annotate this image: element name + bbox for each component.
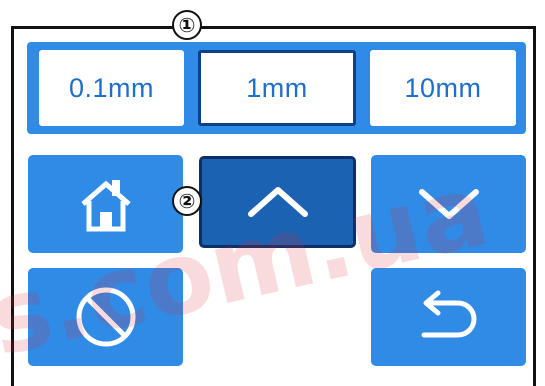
step-10mm-button[interactable]: 10mm (370, 50, 516, 126)
home-button[interactable] (28, 155, 183, 253)
step-0.1mm-label: 0.1mm (68, 72, 155, 103)
step-0.1mm-button[interactable]: 0.1mm (39, 50, 184, 126)
callout-1: ① (172, 10, 202, 40)
step-1mm-button[interactable]: 1mm (198, 50, 356, 126)
home-icon (80, 180, 131, 232)
callout-2: ② (172, 186, 202, 216)
back-button[interactable] (371, 268, 526, 366)
chevron-up-icon (247, 187, 308, 217)
chevron-down-icon (418, 189, 479, 219)
callout-2-label: ② (178, 189, 196, 213)
move-down-button[interactable] (371, 155, 526, 253)
step-1mm-label: 1mm (246, 72, 308, 103)
callout-1-label: ① (178, 13, 196, 37)
move-up-button[interactable] (199, 156, 356, 248)
stop-button[interactable] (28, 268, 183, 366)
step-10mm-label: 10mm (404, 72, 482, 103)
return-arrow-icon (421, 290, 476, 338)
prohibit-icon (76, 287, 135, 347)
